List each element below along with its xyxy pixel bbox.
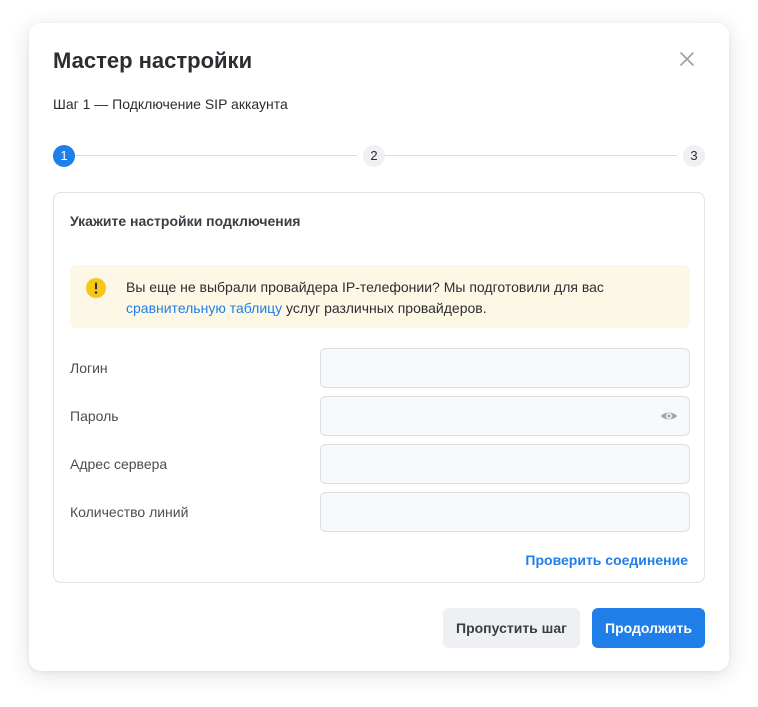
step-connector bbox=[385, 155, 677, 156]
server-address-input[interactable] bbox=[320, 444, 690, 484]
setup-wizard-dialog: Мастер настройки Шаг 1 — Подключение SIP… bbox=[29, 23, 729, 671]
close-button[interactable] bbox=[676, 48, 698, 70]
comparison-table-link[interactable]: сравнительную таблицу bbox=[126, 300, 282, 316]
dialog-title: Мастер настройки bbox=[53, 48, 253, 73]
step-connector bbox=[75, 155, 357, 156]
lines-count-input[interactable] bbox=[320, 492, 690, 532]
check-connection-link[interactable]: Проверить соединение bbox=[525, 551, 688, 569]
login-label: Логин bbox=[70, 360, 108, 376]
password-input[interactable] bbox=[320, 396, 690, 436]
settings-panel: Укажите настройки подключения Вы еще не … bbox=[53, 192, 705, 583]
login-input[interactable] bbox=[320, 348, 690, 388]
continue-button[interactable]: Продолжить bbox=[592, 608, 705, 648]
show-password-button[interactable] bbox=[660, 407, 678, 425]
provider-notice: Вы еще не выбрали провайдера IP-телефони… bbox=[70, 265, 690, 328]
notice-text: Вы еще не выбрали провайдера IP-телефони… bbox=[126, 277, 676, 319]
step-1: 1 bbox=[53, 145, 75, 167]
panel-title: Укажите настройки подключения bbox=[70, 213, 301, 229]
step-3: 3 bbox=[683, 145, 705, 167]
lines-count-label: Количество линий bbox=[70, 504, 189, 520]
eye-icon bbox=[661, 412, 677, 420]
step-2: 2 bbox=[363, 145, 385, 167]
password-label: Пароль bbox=[70, 408, 119, 424]
warning-icon bbox=[86, 278, 106, 298]
server-address-label: Адрес сервера bbox=[70, 456, 168, 472]
stepper: 1 2 3 bbox=[53, 145, 705, 167]
step-subtitle: Шаг 1 — Подключение SIP аккаунта bbox=[53, 96, 288, 112]
skip-step-button[interactable]: Пропустить шаг bbox=[443, 608, 580, 648]
close-icon bbox=[680, 52, 694, 66]
notice-text-before: Вы еще не выбрали провайдера IP-телефони… bbox=[126, 279, 604, 295]
notice-text-after: услуг различных провайдеров. bbox=[282, 300, 487, 316]
